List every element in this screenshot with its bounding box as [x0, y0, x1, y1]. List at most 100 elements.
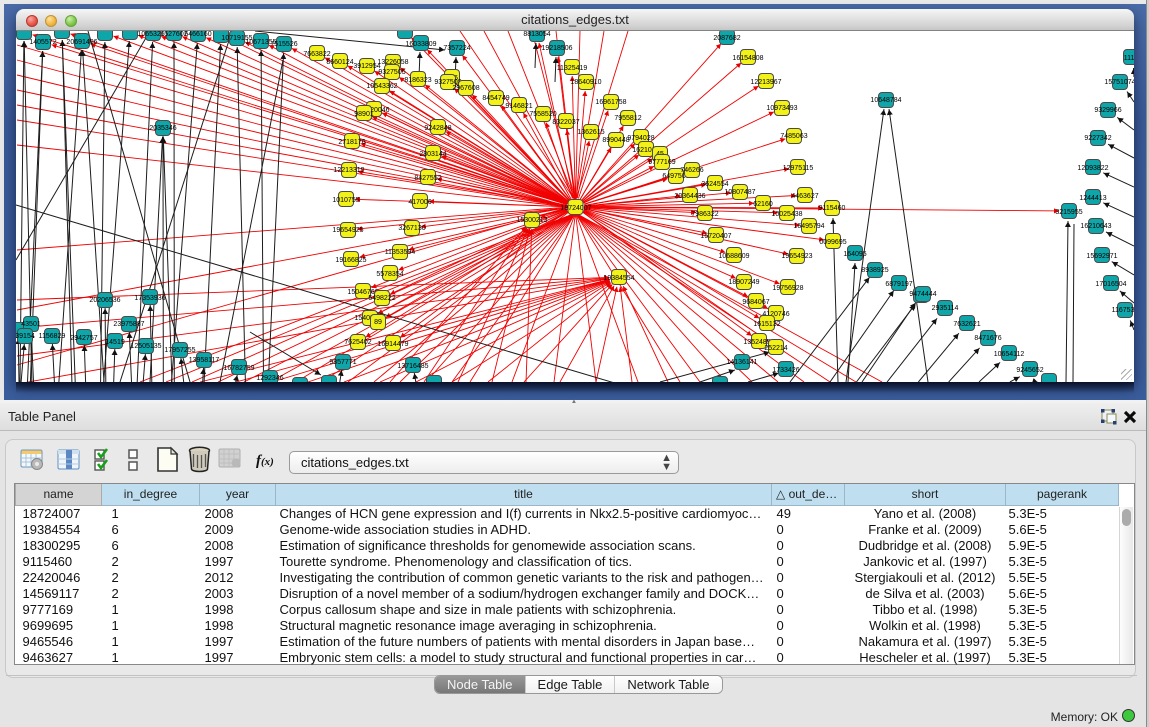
svg-text:8938925: 8938925: [861, 267, 888, 274]
svg-text:16154808: 16154808: [732, 55, 763, 62]
svg-text:9146821: 9146821: [505, 103, 532, 110]
svg-text:9794028: 9794028: [627, 135, 654, 142]
svg-text:14136141: 14136141: [726, 359, 757, 366]
svg-text:16782759: 16782759: [223, 365, 254, 372]
svg-text:19654925: 19654925: [332, 227, 363, 234]
svg-text:10688609: 10688609: [718, 253, 749, 260]
svg-text:17353936: 17353936: [134, 295, 165, 302]
svg-text:13716485: 13716485: [397, 363, 428, 370]
svg-text:5578354: 5578354: [376, 271, 403, 278]
svg-text:2718176: 2718176: [338, 139, 365, 146]
svg-text:9242848: 9242848: [424, 125, 451, 132]
svg-text:43501: 43501: [21, 321, 41, 328]
svg-text:10543362: 10543362: [366, 83, 397, 90]
svg-text:1292346: 1292346: [256, 375, 283, 382]
svg-text:1362615: 1362615: [577, 129, 604, 136]
svg-text:20364436: 20364436: [674, 193, 705, 200]
svg-text:5498222: 5498222: [368, 295, 395, 302]
svg-text:1244413: 1244413: [1079, 195, 1106, 202]
svg-text:2967608: 2967608: [452, 85, 479, 92]
svg-text:10654112: 10654112: [994, 351, 1025, 358]
svg-text:8813054: 8813054: [523, 31, 550, 38]
svg-text:11353594: 11353594: [385, 249, 416, 256]
svg-text:9245652: 9245652: [1016, 367, 1043, 374]
svg-text:9115460: 9115460: [819, 205, 846, 212]
svg-text:1010755: 1010755: [332, 197, 359, 204]
svg-text:10807487: 10807487: [724, 189, 755, 196]
svg-text:7485063: 7485063: [780, 133, 807, 140]
svg-text:12975115: 12975115: [783, 165, 814, 172]
svg-text:9474444: 9474444: [909, 291, 936, 298]
svg-text:3267130: 3267130: [398, 225, 425, 232]
svg-text:10025438: 10025438: [771, 211, 802, 218]
svg-text:7632621: 7632621: [953, 321, 980, 328]
svg-text:f(x): f(x): [256, 453, 274, 469]
svg-text:1117: 1117: [1124, 55, 1134, 62]
svg-text:8427552: 8427552: [414, 175, 441, 182]
svg-text:9777169: 9777169: [648, 159, 675, 166]
svg-text:18640910: 18640910: [570, 79, 601, 86]
svg-text:1156829: 1156829: [39, 333, 66, 340]
svg-text:7357224: 7357224: [443, 45, 470, 52]
svg-text:9327505: 9327505: [378, 69, 405, 76]
svg-text:2035346: 2035346: [149, 125, 176, 132]
svg-text:14519: 14519: [105, 339, 125, 346]
svg-text:15751074: 15751074: [1104, 79, 1134, 86]
svg-text:7515526: 7515526: [270, 41, 297, 48]
svg-text:7663822: 7663822: [303, 51, 330, 58]
svg-text:6466160: 6466160: [184, 31, 211, 38]
svg-text:20691406: 20691406: [66, 39, 97, 46]
svg-text:8471676: 8471676: [974, 335, 1001, 342]
svg-text:16210643: 16210643: [1080, 223, 1111, 230]
svg-text:89: 89: [374, 319, 382, 326]
svg-text:8990448: 8990448: [602, 137, 629, 144]
svg-text:0099695: 0099695: [819, 239, 846, 246]
svg-text:3215955: 3215955: [1055, 209, 1082, 216]
svg-text:746266: 746266: [680, 167, 703, 174]
svg-text:19218506: 19218506: [541, 45, 572, 52]
svg-text:12093822: 12093822: [1077, 165, 1108, 172]
svg-text:7625402: 7625402: [344, 339, 371, 346]
svg-text:11325419: 11325419: [557, 65, 588, 72]
svg-text:1615132: 1615132: [753, 321, 780, 328]
svg-text:12213319: 12213319: [333, 167, 364, 174]
svg-text:17016504: 17016504: [1095, 281, 1126, 288]
svg-text:4463627: 4463627: [791, 193, 818, 200]
svg-text:1733426: 1733426: [772, 367, 799, 374]
svg-text:18907249: 18907249: [728, 279, 759, 286]
svg-text:18724007: 18724007: [560, 205, 591, 212]
svg-text:9329966: 9329966: [1094, 107, 1121, 114]
svg-text:8660124: 8660124: [326, 59, 353, 66]
svg-text:98901: 98901: [354, 111, 374, 118]
svg-text:2935114: 2935114: [932, 305, 959, 312]
svg-text:7558520: 7558520: [529, 111, 556, 118]
svg-text:15692971: 15692971: [1086, 253, 1117, 260]
svg-text:8454749: 8454749: [482, 95, 509, 102]
svg-text:15720407: 15720407: [700, 233, 731, 240]
svg-text:19166825: 19166825: [335, 257, 366, 264]
svg-text:6879197: 6879197: [885, 281, 912, 288]
svg-text:17957255: 17957255: [164, 347, 195, 354]
svg-text:8186323: 8186323: [404, 77, 431, 84]
svg-text:9684067: 9684067: [742, 299, 769, 306]
svg-text:16914479: 16914479: [377, 341, 408, 348]
svg-text:417006: 417006: [408, 199, 431, 206]
svg-text:10648784: 10648784: [870, 97, 901, 104]
svg-text:7955812: 7955812: [614, 115, 641, 122]
svg-text:12505135: 12505135: [130, 343, 161, 350]
svg-text:9857771: 9857771: [329, 359, 356, 366]
svg-text:19384554: 19384554: [603, 275, 634, 282]
svg-text:13958117: 13958117: [189, 357, 220, 364]
svg-text:15300213: 15300213: [516, 217, 547, 224]
svg-text:2803144: 2803144: [419, 151, 446, 158]
svg-text:20206536: 20206536: [89, 297, 120, 304]
svg-text:7986322: 7986322: [691, 211, 718, 218]
svg-text:3624554: 3624554: [701, 181, 728, 188]
svg-text:16495794: 16495794: [793, 223, 824, 230]
svg-text:164095: 164095: [843, 251, 866, 258]
svg-text:19654923: 19654923: [781, 253, 812, 260]
svg-text:12213967: 12213967: [750, 79, 781, 86]
svg-text:19756928: 19756928: [772, 285, 803, 292]
svg-text:10973493: 10973493: [766, 105, 797, 112]
svg-text:2087682: 2087682: [713, 35, 740, 42]
